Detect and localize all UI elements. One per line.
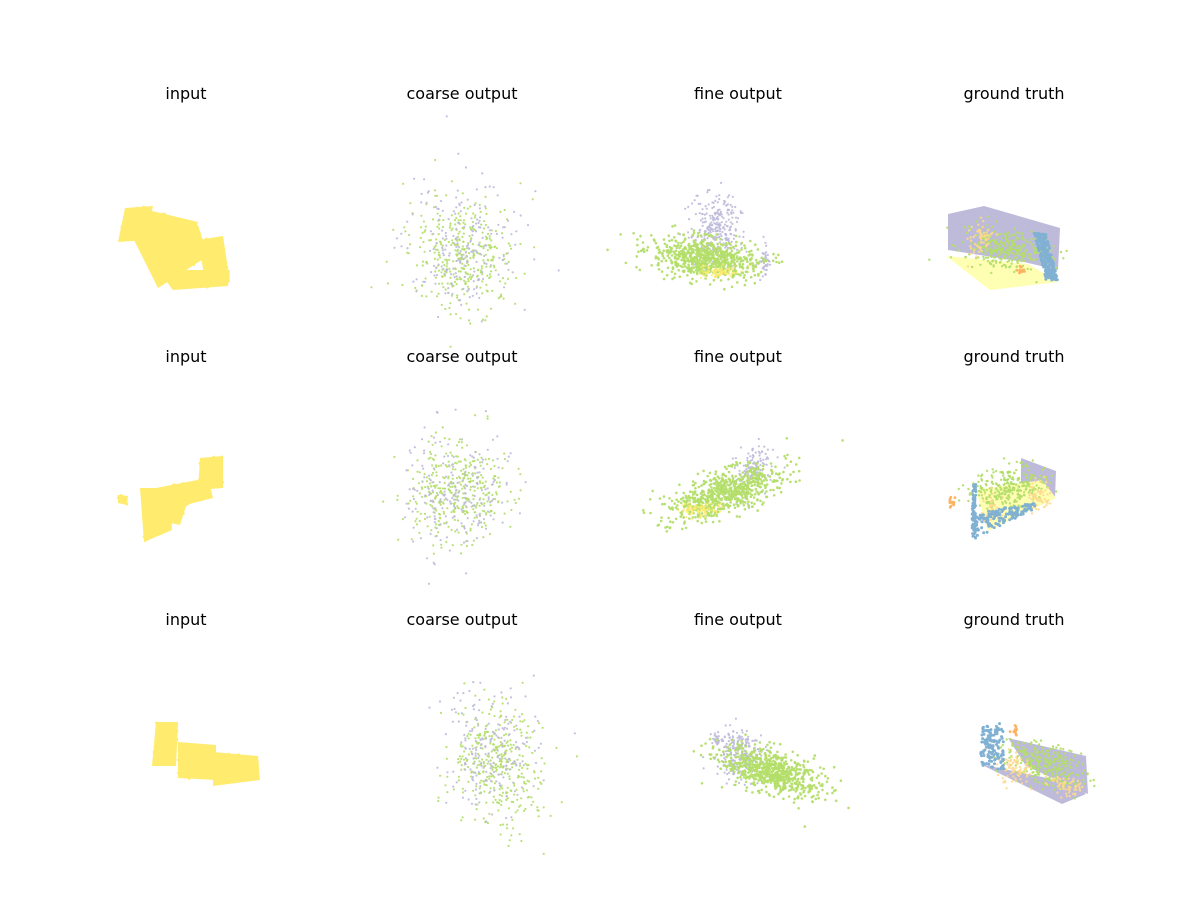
point-cloud-coarse xyxy=(382,408,527,585)
panel-coarse-row2: coarse output xyxy=(324,263,600,585)
figure: input coarse output fine output ground t… xyxy=(0,0,1200,900)
point-cloud-fine xyxy=(641,437,844,533)
panel-gt-row1: ground truth xyxy=(876,0,1152,290)
panel-input-row3: input xyxy=(48,526,324,789)
point-cloud-fine xyxy=(692,717,850,828)
point-cloud-coarse xyxy=(370,115,560,348)
panel-gt-row3: ground truth xyxy=(876,526,1152,804)
point-cloud-input xyxy=(116,455,225,542)
panel-coarse-row1: coarse output xyxy=(324,0,600,348)
point-cloud-coarse xyxy=(428,674,578,855)
panel-fine-row3: fine output xyxy=(600,526,876,828)
point-cloud-gt xyxy=(979,722,1096,804)
panel-fine-row2: fine output xyxy=(600,263,876,533)
point-cloud-input xyxy=(152,721,260,786)
point-cloud-fine xyxy=(606,181,784,291)
point-cloud-input xyxy=(118,205,230,290)
point-cloud-gt xyxy=(948,457,1058,540)
panel-fine-row1: fine output xyxy=(600,0,876,291)
panel-gt-row2: ground truth xyxy=(876,263,1152,540)
panel-coarse-row3: coarse output xyxy=(324,526,600,855)
point-cloud-gt xyxy=(928,206,1068,290)
panel-input-row2: input xyxy=(48,263,324,542)
panel-input-row1: input xyxy=(48,0,324,290)
